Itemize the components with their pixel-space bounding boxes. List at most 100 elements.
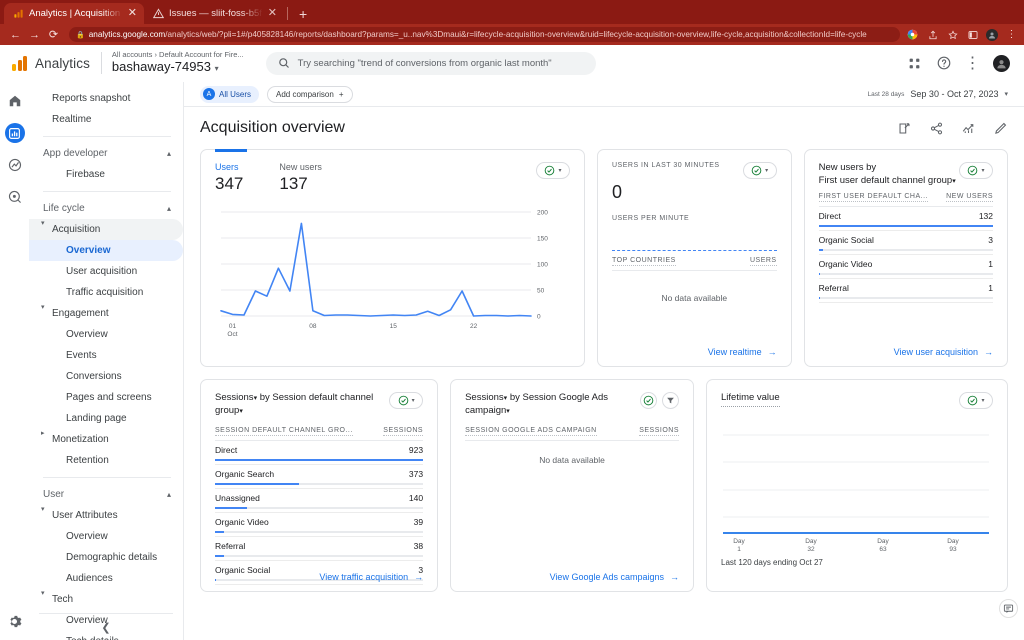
tab-close-icon[interactable]: ✕ bbox=[268, 8, 277, 19]
card-options-button[interactable]: ▾ bbox=[742, 162, 777, 179]
sidebar-item-engagement-overview[interactable]: Overview bbox=[29, 324, 183, 345]
insights-icon[interactable] bbox=[897, 121, 912, 136]
card-options-button[interactable]: ▾ bbox=[389, 392, 424, 409]
sidebar-item-conversions[interactable]: Conversions bbox=[29, 366, 183, 387]
row-metric: 923 bbox=[408, 444, 424, 455]
all-users-chip[interactable]: A All Users bbox=[200, 85, 260, 103]
back-icon[interactable]: ← bbox=[6, 25, 25, 44]
side-panel-icon[interactable] bbox=[966, 28, 979, 41]
expand-arrow-icon[interactable]: ▾ bbox=[41, 303, 45, 311]
table-row[interactable]: Direct 923 bbox=[215, 441, 424, 465]
card-options-button[interactable]: ▾ bbox=[959, 392, 993, 409]
expand-arrow-icon[interactable]: ▾ bbox=[41, 589, 45, 597]
view-google-ads-campaigns-link[interactable]: View Google Ads campaigns → bbox=[550, 572, 679, 582]
card-status-button[interactable] bbox=[640, 392, 657, 409]
chrome-menu-icon[interactable]: ⋮ bbox=[1005, 28, 1018, 41]
sidebar-section-life-cycle[interactable]: Life cycle ▴ bbox=[29, 198, 183, 219]
feedback-button[interactable] bbox=[999, 599, 1018, 618]
view-user-acquisition-link[interactable]: View user acquisition → bbox=[894, 347, 993, 357]
sidebar-item-pages-and-screens[interactable]: Pages and screens bbox=[29, 387, 183, 408]
table-row[interactable]: Referral 38 bbox=[215, 537, 424, 561]
sidebar-item-reports-snapshot[interactable]: Reports snapshot bbox=[29, 88, 183, 109]
profile-avatar-icon[interactable] bbox=[986, 28, 998, 41]
sidebar-item-user-acquisition[interactable]: User acquisition bbox=[29, 261, 183, 282]
advertising-icon[interactable] bbox=[5, 187, 25, 207]
explore-icon[interactable] bbox=[5, 155, 25, 175]
metric-header: NEW USERS bbox=[946, 192, 993, 202]
new-tab-button[interactable]: + bbox=[291, 7, 315, 24]
sidebar-item-engagement[interactable]: Engagement bbox=[29, 303, 183, 324]
view-realtime-link[interactable]: View realtime → bbox=[708, 347, 777, 357]
browser-tab-analytics[interactable]: Analytics | Acquisition overview ✕ bbox=[4, 3, 144, 24]
google-lens-icon[interactable] bbox=[906, 28, 919, 41]
table-row[interactable]: Unassigned 140 bbox=[215, 489, 424, 513]
google-ads-empty-state: No data available bbox=[539, 454, 605, 465]
share-icon[interactable] bbox=[926, 28, 939, 41]
share-icon[interactable] bbox=[929, 121, 944, 136]
sidebar-item-firebase[interactable]: Firebase bbox=[29, 164, 183, 185]
lifetime-value-footer: Last 120 days ending Oct 27 bbox=[721, 558, 823, 567]
arrow-right-icon: → bbox=[767, 347, 777, 357]
collapse-arrow-icon[interactable]: ▸ bbox=[41, 429, 45, 437]
link-label: View Google Ads campaigns bbox=[549, 572, 664, 582]
analytics-logo[interactable]: Analytics bbox=[10, 55, 90, 71]
sidebar-item-monetization[interactable]: Monetization bbox=[29, 429, 183, 450]
tab-close-icon[interactable]: ✕ bbox=[128, 8, 137, 19]
table-row[interactable]: Organic Social 3 bbox=[818, 231, 993, 255]
gear-icon[interactable] bbox=[6, 612, 24, 630]
dimension-selector[interactable]: First user default channel group▾ bbox=[819, 175, 956, 186]
reports-icon[interactable] bbox=[4, 123, 25, 143]
add-comparison-button[interactable]: Add comparison + bbox=[267, 85, 353, 103]
table-row[interactable]: Referral 1 bbox=[818, 279, 993, 303]
sidebar-item-events[interactable]: Events bbox=[29, 345, 183, 366]
help-icon[interactable] bbox=[935, 55, 952, 72]
sidebar-item-landing-page[interactable]: Landing page bbox=[29, 408, 183, 429]
filter-icon bbox=[667, 397, 674, 404]
compare-icon[interactable] bbox=[961, 121, 976, 136]
sidebar-item-user-attributes-overview[interactable]: Overview bbox=[29, 526, 183, 547]
card-options-button[interactable]: ▾ bbox=[536, 162, 570, 179]
metric-selector[interactable]: Sessions▾ bbox=[215, 392, 257, 403]
card-options-button[interactable]: ▾ bbox=[959, 162, 993, 179]
bookmark-star-icon[interactable] bbox=[946, 28, 959, 41]
table-row[interactable]: Organic Video 1 bbox=[818, 255, 993, 279]
expand-arrow-icon[interactable]: ▾ bbox=[41, 219, 45, 227]
sidebar-item-acquisition-overview[interactable]: Overview bbox=[29, 240, 183, 261]
sidebar-item-traffic-acquisition[interactable]: Traffic acquisition bbox=[29, 282, 183, 303]
sidebar-item-audiences[interactable]: Audiences bbox=[29, 568, 183, 589]
sidebar-item-user-attributes[interactable]: User Attributes bbox=[29, 505, 183, 526]
sidebar-section-user[interactable]: User ▴ bbox=[29, 484, 183, 505]
browser-tab-issues[interactable]: Issues — sliit-foss-b5f3598a... ✕ bbox=[144, 3, 284, 24]
sidebar-collapse-button[interactable]: ❮ bbox=[39, 613, 173, 634]
svg-text:22: 22 bbox=[470, 323, 478, 330]
property-selector[interactable]: All accounts › Default Account for Fire.… bbox=[112, 50, 244, 75]
filter-button[interactable] bbox=[662, 392, 679, 409]
table-row[interactable]: Organic Video 39 bbox=[215, 513, 424, 537]
row-metric: 39 bbox=[413, 516, 424, 527]
forward-icon[interactable]: → bbox=[25, 25, 44, 44]
date-range-picker[interactable]: Last 28 days Sep 30 - Oct 27, 2023 ▾ bbox=[868, 89, 1008, 99]
home-icon[interactable] bbox=[5, 91, 25, 111]
search-input[interactable]: Try searching "trend of conversions from… bbox=[265, 51, 596, 75]
sidebar-item-retention[interactable]: Retention bbox=[29, 450, 183, 471]
sidebar-item-realtime[interactable]: Realtime bbox=[29, 109, 183, 130]
chevron-down-icon: ▾ bbox=[981, 398, 985, 404]
metric-selector[interactable]: Sessions▾ bbox=[465, 392, 507, 403]
warning-icon bbox=[153, 8, 164, 19]
reload-icon[interactable]: ⟳ bbox=[44, 25, 63, 44]
account-avatar[interactable] bbox=[993, 54, 1010, 72]
expand-arrow-icon[interactable]: ▾ bbox=[41, 505, 45, 513]
sidebar-item-demographic-details[interactable]: Demographic details bbox=[29, 547, 183, 568]
edit-icon[interactable] bbox=[993, 121, 1008, 136]
browser-tab-title: Issues — sliit-foss-b5f3598a... bbox=[169, 8, 263, 19]
sidebar-item-acquisition[interactable]: Acquisition bbox=[29, 219, 183, 240]
more-vert-icon[interactable]: ⋮ bbox=[964, 55, 981, 72]
sidebar-section-app-developer[interactable]: App developer ▴ bbox=[29, 143, 183, 164]
address-bar[interactable]: 🔒 analytics.google.com/analytics/web/?pl… bbox=[69, 27, 900, 42]
sidebar-item-tech[interactable]: Tech bbox=[29, 589, 183, 610]
table-row[interactable]: Organic Search 373 bbox=[215, 465, 424, 489]
table-row[interactable]: Direct 132 bbox=[818, 207, 993, 231]
apps-grid-icon[interactable] bbox=[906, 55, 923, 72]
view-traffic-acquisition-link[interactable]: View traffic acquisition → bbox=[319, 572, 423, 582]
page-viewport: Analytics All accounts › Default Account… bbox=[0, 45, 1024, 640]
